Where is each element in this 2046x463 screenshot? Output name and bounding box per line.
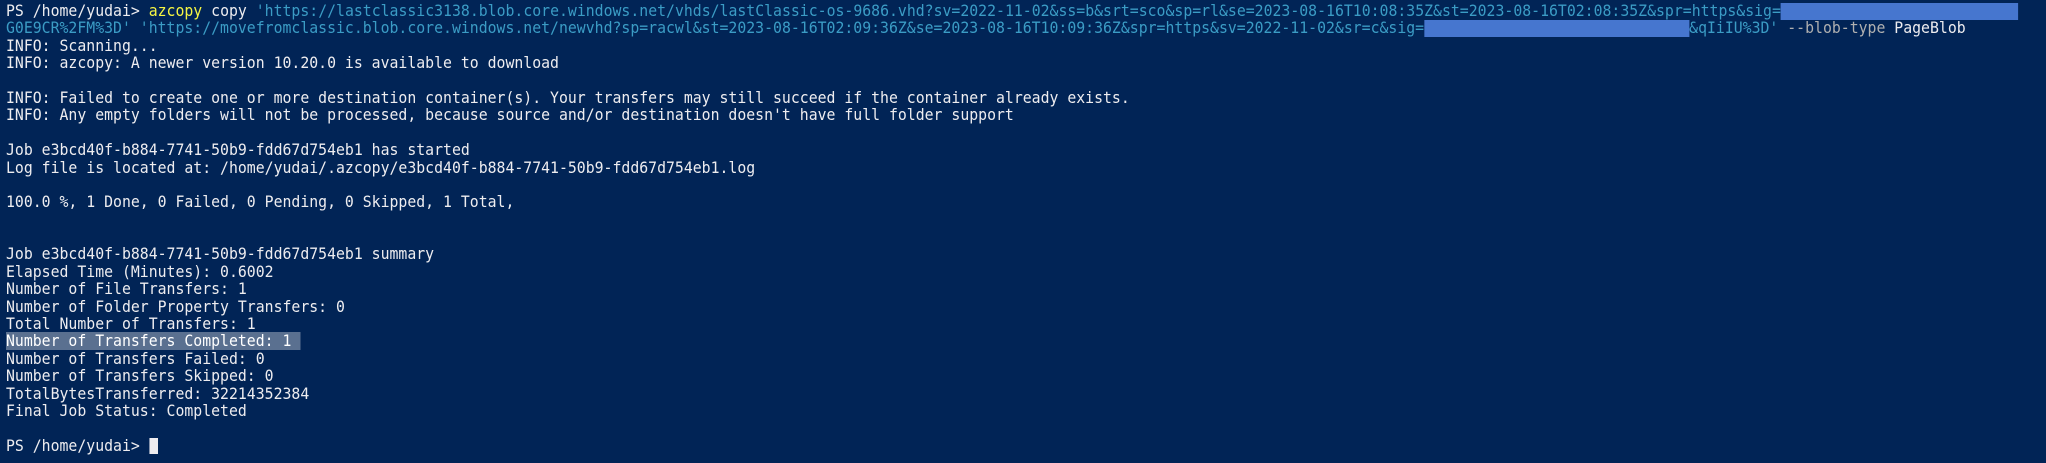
text-cursor (149, 438, 159, 455)
destination-url-tail: &qIiIU%3D' (1689, 19, 1779, 38)
blob-type-value: PageBlob (1885, 19, 1966, 38)
summary-line-selected[interactable]: Number of Transfers Completed: 1 (6, 332, 1944, 351)
summary-line: Total Number of Transfers: 1 (6, 315, 256, 334)
output-line: INFO: Scanning... (6, 36, 158, 55)
prompt: PS /home/yudai> (6, 436, 149, 455)
progress-line: 100.0 %, 1 Done, 0 Failed, 0 Pending, 0 … (6, 193, 515, 212)
azcopy-command: azcopy (148, 2, 203, 20)
output-line: INFO: Failed to create one or more desti… (6, 88, 1130, 107)
output-line: Job e3bcd40f-b884-7741-50b9-fdd67d754eb1… (6, 141, 470, 160)
summary-line: Number of File Transfers: 1 (6, 280, 247, 299)
output-line: INFO: Any empty folders will not be proc… (6, 106, 1014, 125)
terminal-window[interactable]: PS /home/yudai> azcopy copy 'https://las… (0, 0, 2046, 463)
source-url: 'https://lastclassic3138.blob.core.windo… (255, 2, 1781, 20)
blob-type-param: --blob-type (1778, 19, 1886, 38)
selected-text[interactable]: Number of Transfers Completed: 1 (6, 332, 301, 351)
summary-line: Number of Folder Property Transfers: 0 (6, 297, 345, 316)
summary-line: Number of Transfers Skipped: 0 (6, 367, 274, 386)
output-line: Log file is located at: /home/yudai/.azc… (6, 158, 756, 177)
redacted-source-signature (1780, 3, 2019, 20)
command-line-continued: G0E9CR%2FM%3D' 'https://movefromclassic.… (6, 19, 1966, 38)
final-prompt-line[interactable]: PS /home/yudai> (6, 436, 1944, 455)
summary-line: Number of Transfers Failed: 0 (6, 349, 265, 368)
command-line: PS /home/yudai> azcopy copy 'https://las… (6, 2, 2019, 20)
summary-line: Final Job Status: Completed (6, 401, 247, 420)
summary-header: Job e3bcd40f-b884-7741-50b9-fdd67d754eb1… (6, 245, 435, 264)
prompt: PS /home/yudai> (6, 2, 149, 20)
summary-line: TotalBytesTransferred: 32214352384 (6, 384, 310, 403)
copy-verb: copy (202, 2, 256, 20)
redacted-destination-signature (1424, 20, 1690, 38)
source-url-tail: G0E9CR%2FM%3D' (6, 19, 131, 38)
output-line: INFO: azcopy: A newer version 10.20.0 is… (6, 54, 559, 73)
destination-url: 'https://movefromclassic.blob.core.windo… (130, 19, 1425, 38)
summary-line: Elapsed Time (Minutes): 0.6002 (6, 262, 274, 281)
